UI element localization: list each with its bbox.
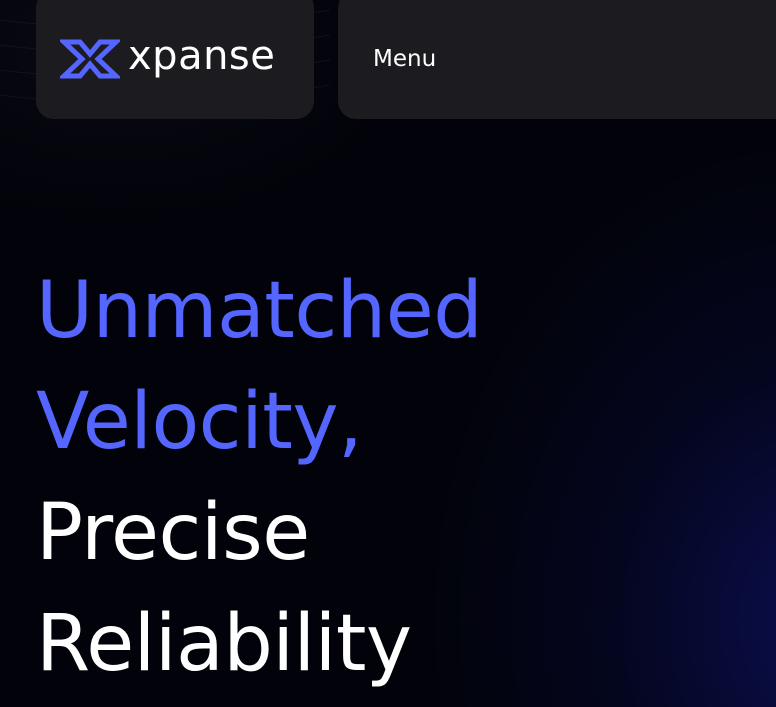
headline-line-velocity: Velocity, bbox=[36, 377, 363, 467]
brand-name: xpanse bbox=[128, 33, 276, 79]
headline-line-precise: Precise bbox=[36, 488, 310, 578]
x-logo-icon bbox=[60, 39, 120, 79]
menu-button[interactable]: Menu bbox=[373, 44, 436, 74]
headline-line-unmatched: Unmatched bbox=[36, 266, 483, 356]
menu-bar: Menu bbox=[338, 0, 776, 119]
hero-headline: Unmatched Velocity, Precise Reliability bbox=[36, 256, 483, 700]
logo-card[interactable]: xpanse bbox=[36, 0, 314, 119]
headline-line-reliability: Reliability bbox=[36, 599, 412, 689]
